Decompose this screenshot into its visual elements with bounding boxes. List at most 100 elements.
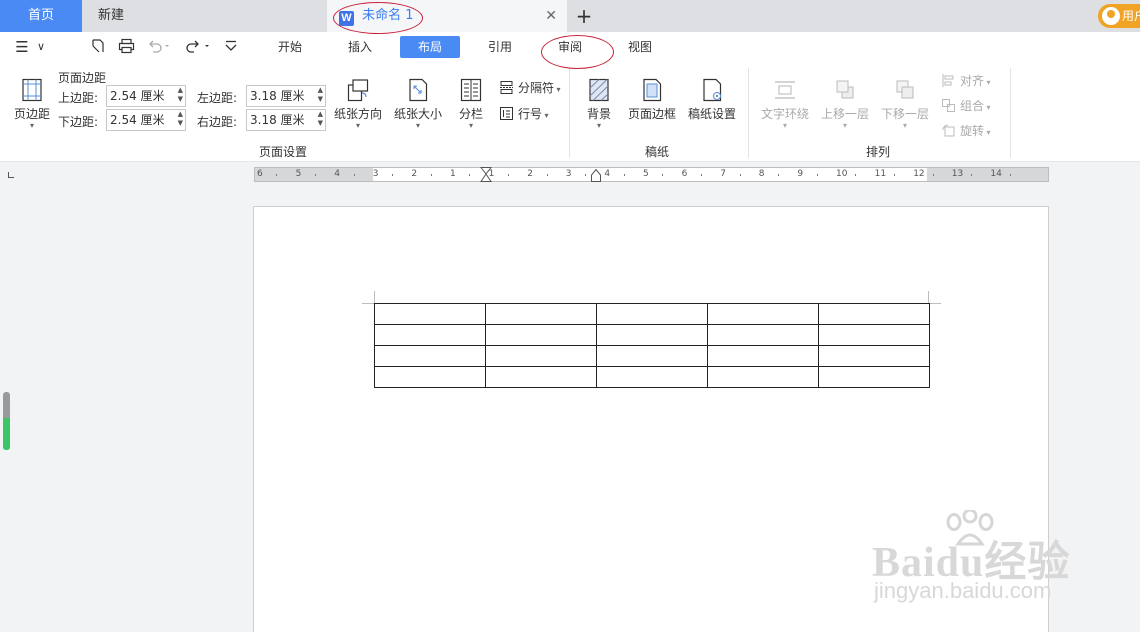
table-cell[interactable] [485,366,597,388]
table-cell[interactable] [707,366,819,388]
align-button[interactable]: 对齐 ▾ [942,72,991,89]
margin-corner-mark [928,291,929,303]
arrange-group-title: 排列 [865,145,890,159]
table-cell[interactable] [485,303,597,325]
group-button[interactable]: 组合 ▾ [942,97,991,114]
group-divider [569,68,570,158]
table-cell[interactable] [818,324,930,346]
group-divider [748,68,749,158]
ruler-number: 5 [295,169,302,179]
manuscript-setup-button[interactable]: 稿纸设置 [686,78,738,122]
columns-label: 分栏 [458,107,483,121]
table-cell[interactable] [374,345,486,367]
orientation-label: 纸张方向 [333,107,382,121]
print-icon[interactable] [118,38,135,54]
right-margin-input[interactable]: 3.18 厘米 ▲ ▼ [246,109,326,131]
ruler-tick [893,174,895,176]
ruler-tick [276,174,278,176]
breaks-button[interactable]: 分隔符 ▾ [500,79,561,96]
table-cell[interactable] [707,303,819,325]
table-cell[interactable] [818,345,930,367]
tab-new[interactable]: 新建 [82,0,182,32]
ruler-number: 6 [257,169,263,179]
tab-stop-selector[interactable] [8,172,14,178]
tab-references[interactable]: 引用 [478,36,522,58]
bring-forward-button[interactable]: 上移一层 ▾ [818,78,872,130]
ruler-tick [855,174,857,176]
document-table[interactable] [374,303,930,388]
rotate-button[interactable]: 旋转 ▾ [942,122,991,139]
table-cell[interactable] [596,366,708,388]
first-line-indent-icon[interactable] [480,167,492,182]
table-cell[interactable] [374,303,486,325]
main-menu-icon[interactable]: ☰ [12,37,32,57]
line-numbers-button[interactable]: 行号 ▾ [500,105,549,122]
manuscript-setup-label: 稿纸设置 [687,107,736,121]
page-border-icon [643,78,662,102]
wrap-text-button[interactable]: 文字环绕 ▾ [758,78,812,130]
columns-button[interactable]: 分栏 ▾ [455,78,487,130]
columns-icon [460,78,482,102]
table-cell[interactable] [485,345,597,367]
table-cell[interactable] [818,303,930,325]
left-margin-input[interactable]: 3.18 厘米 ▲ ▼ [246,85,326,107]
spinner-icon[interactable]: ▲ ▼ [318,110,323,128]
tab-insert[interactable]: 插入 [338,36,382,58]
scroll-indicator[interactable] [3,392,10,450]
bottom-margin-input[interactable]: 2.54 厘米 ▲ ▼ [106,109,186,131]
group-divider [1010,68,1011,158]
tab-view[interactable]: 视图 [618,36,662,58]
table-cell[interactable] [374,366,486,388]
customize-toolbar-icon[interactable] [224,40,238,52]
export-icon[interactable] [90,38,106,54]
tab-layout[interactable]: 布局 [400,36,460,58]
tab-home-menu[interactable]: 开始 [268,36,312,58]
table-cell[interactable] [485,324,597,346]
ruler-tick [932,174,934,176]
chevron-down-icon[interactable]: ∨ [34,37,48,57]
ruler-tick [314,174,316,176]
table-cell[interactable] [818,366,930,388]
right-indent-icon[interactable] [591,169,601,182]
send-backward-button[interactable]: 下移一层 ▾ [878,78,932,130]
table-cell[interactable] [707,345,819,367]
redo-icon[interactable] [186,39,212,53]
page-border-button[interactable]: 页面边框 [626,78,678,122]
paper-size-button[interactable]: 纸张大小 ▾ [392,78,444,130]
background-icon [589,78,609,102]
spinner-icon[interactable]: ▲ ▼ [178,86,183,104]
left-margin-label: 左边距: [197,91,238,105]
dropdown-arrow-icon: ▾ [842,121,847,130]
top-margin-input[interactable]: 2.54 厘米 ▲ ▼ [106,85,186,107]
ruler-tick [469,174,471,176]
table-cell[interactable] [596,324,708,346]
table-row [374,345,930,367]
background-button[interactable]: 背景 ▾ [582,78,616,130]
margins-button[interactable]: 页边距 ▾ [12,78,52,130]
margin-corner-mark [362,303,374,304]
paper-size-icon [409,78,428,102]
table-cell[interactable] [707,324,819,346]
table-cell[interactable] [374,324,486,346]
add-tab-button[interactable]: + [570,0,598,32]
ruler-number: 2 [527,169,533,179]
undo-icon[interactable] [147,39,171,53]
close-icon[interactable]: ✕ [545,0,557,32]
horizontal-ruler[interactable]: 6 5 4 3 2 1 1 2 3 4 5 6 7 8 9 10 11 12 13 14 [254,167,1049,182]
ruler-number: 13 [951,169,964,179]
wrap-text-icon [775,81,795,99]
bottom-margin-label: 下边距: [58,115,99,129]
table-cell[interactable] [596,303,708,325]
spinner-icon[interactable]: ▲ ▼ [178,110,183,128]
ribbon: 页边距 ▾ 页面边距 上边距: 2.54 厘米 ▲ ▼ 下边距: 2.54 厘米 … [0,62,1140,162]
tab-home[interactable]: 首页 [0,0,82,32]
ruler-tick [623,174,625,176]
top-margin-label: 上边距: [58,91,99,105]
margin-corner-mark [929,303,941,304]
ruler-number: 4 [334,169,340,179]
orientation-button[interactable]: 纸张方向 ▾ [332,78,384,130]
spinner-icon[interactable]: ▲ ▼ [318,86,323,104]
table-cell[interactable] [596,345,708,367]
ruler-tick [392,174,394,176]
user-button[interactable]: 用户 [1098,4,1140,28]
